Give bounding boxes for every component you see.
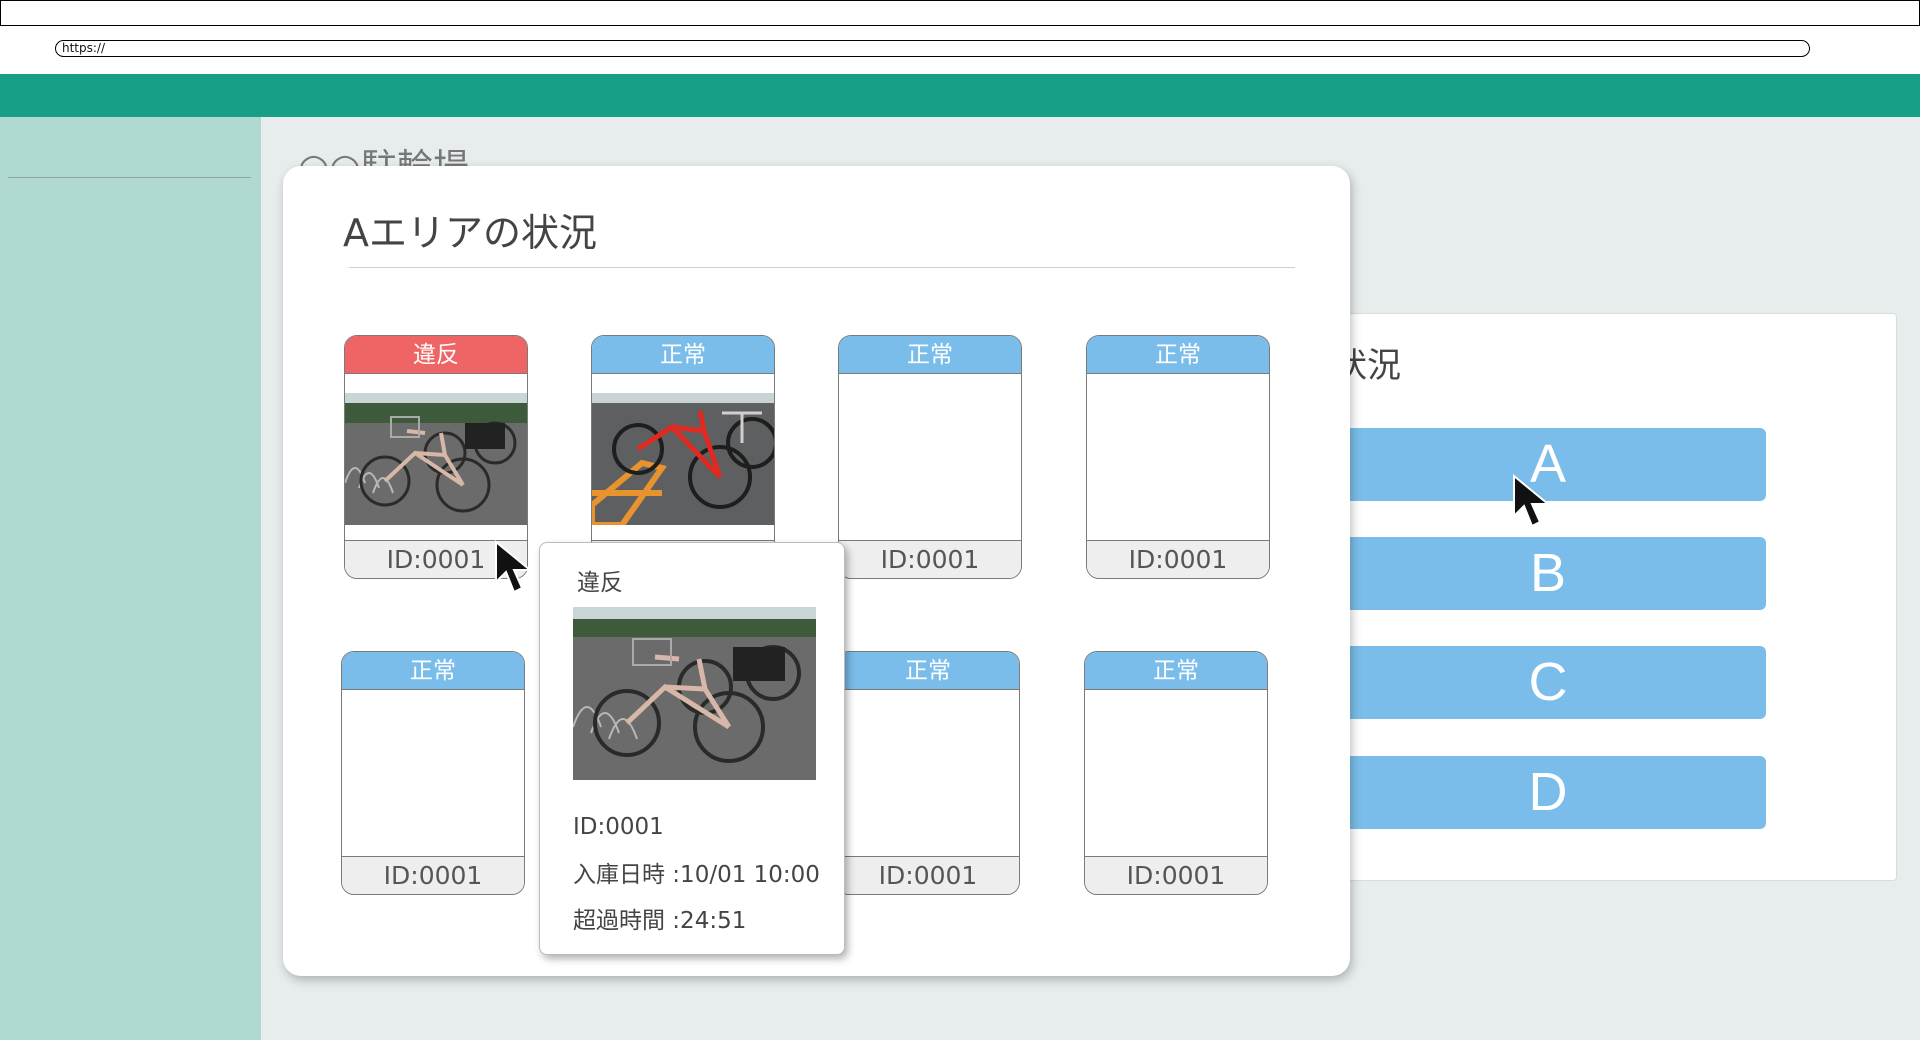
area-b-button[interactable]: B [1330, 537, 1766, 610]
mouse-cursor-icon [1513, 474, 1551, 528]
popup-status: 違反 [577, 570, 623, 596]
url-bar[interactable]: https:// [55, 40, 1810, 57]
bicycle-photo [592, 393, 774, 525]
card-id: ID:0001 [342, 856, 524, 894]
parking-card[interactable]: 正常 ID:0001 [341, 651, 525, 895]
bicycle-photo [573, 607, 816, 780]
status-badge: 違反 [345, 336, 527, 374]
status-badge: 正常 [839, 336, 1021, 374]
card-id: ID:0001 [1085, 856, 1267, 894]
status-badge: 正常 [592, 336, 774, 374]
mouse-cursor-icon [495, 540, 533, 594]
area-d-button[interactable]: D [1330, 756, 1766, 829]
card-id: ID:0001 [1087, 540, 1269, 578]
status-badge: 正常 [1085, 652, 1267, 690]
app-header [0, 74, 1920, 117]
parking-card[interactable]: 正常 ID:0001 [1084, 651, 1268, 895]
parking-card[interactable]: 正常 ID:0001 [836, 651, 1020, 895]
status-badge: 正常 [342, 652, 524, 690]
card-id: ID:0001 [837, 856, 1019, 894]
page-title: ○○駐輪場 [298, 146, 469, 166]
status-badge: 正常 [1087, 336, 1269, 374]
sidebar-divider [8, 177, 251, 178]
card-id: ID:0001 [839, 540, 1021, 578]
modal-title: Aエリアの状況 [343, 211, 597, 255]
parking-card[interactable]: 正常 ID:0001 [838, 335, 1022, 579]
popup-overtime: 超過時間 :24:51 [573, 908, 747, 934]
area-c-button[interactable]: C [1330, 646, 1766, 719]
status-badge: 正常 [837, 652, 1019, 690]
browser-toolbar: https:// [0, 26, 1920, 74]
bicycle-photo [345, 393, 527, 525]
popup-id: ID:0001 [573, 814, 664, 840]
popup-entry-time: 入庫日時 :10/01 10:00 [573, 862, 820, 888]
sidebar [0, 117, 261, 1040]
modal-divider [349, 267, 1295, 268]
parking-card[interactable]: 正常 ID:0001 [1086, 335, 1270, 579]
detail-popup: 違反 ID:0001 入庫日時 :10/01 10:00 超過時間 :24:51 [539, 542, 845, 955]
browser-title-bar [0, 0, 1920, 26]
